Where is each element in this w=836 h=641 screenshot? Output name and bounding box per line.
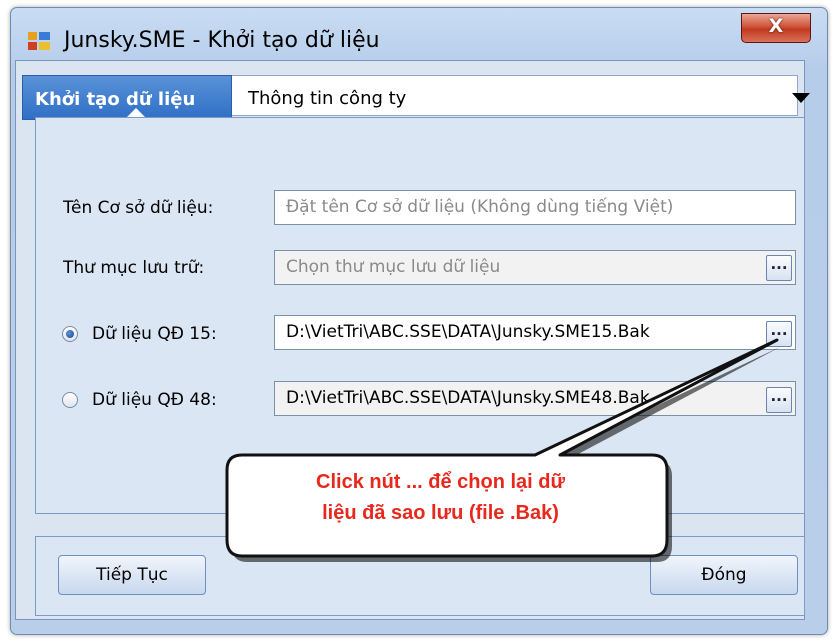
callout-text: Click nút ... để chọn lại dữ liệu đã sao…	[243, 467, 638, 529]
callout-bubble	[225, 338, 782, 562]
callout-line-1: Click nút ... để chọn lại dữ	[316, 471, 565, 493]
callout-line-2: liệu đã sao lưu (file .Bak)	[322, 502, 559, 524]
